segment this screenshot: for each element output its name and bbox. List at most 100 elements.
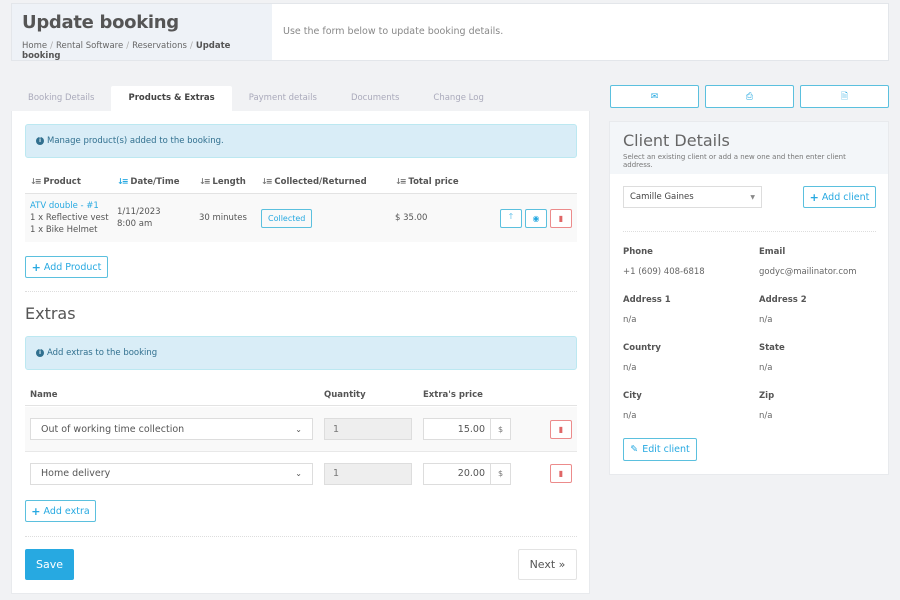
- caret-down-icon: ▼: [750, 193, 755, 201]
- extra-quantity-input[interactable]: 1: [324, 462, 412, 485]
- chevron-down-icon: ⌄: [295, 469, 302, 478]
- divider: [25, 291, 577, 292]
- envelope-icon: ✉: [650, 91, 659, 102]
- booking-date: 1/11/2023: [117, 207, 161, 217]
- phone-value: +1 (609) 408-6818: [623, 267, 705, 277]
- breadcrumb: Home / Rental Software / Reservations / Update…: [22, 41, 231, 61]
- currency-addon: $: [491, 462, 511, 485]
- breadcrumb-rental-software[interactable]: Rental Software: [56, 41, 123, 51]
- product-link[interactable]: ATV double - #1: [30, 200, 117, 212]
- delete-extra-button[interactable]: ▮: [550, 419, 572, 439]
- table-row: ATV double - #1 1 x Reflective vest 1 x …: [25, 194, 577, 242]
- eye-icon: ◉: [532, 213, 540, 223]
- add-extra-button[interactable]: + Add extra: [25, 500, 96, 522]
- sort-icon: ↓≡: [199, 177, 210, 186]
- col-length[interactable]: ↓≡ Length: [199, 177, 261, 187]
- pdf-file-icon: 🗎: [840, 91, 849, 102]
- tab-products-extras[interactable]: Products & Extras: [111, 86, 232, 111]
- total-price: $ 35.00: [395, 213, 428, 223]
- product-item: 1 x Reflective vest: [30, 213, 109, 223]
- col-total-price[interactable]: ↓≡ Total price: [395, 177, 491, 187]
- sort-icon: ↓≡: [117, 177, 128, 186]
- info-icon: i: [36, 137, 44, 145]
- client-details-header: Client Details Select an existing client…: [610, 122, 888, 174]
- page-description: Use the form below to update booking det…: [283, 26, 504, 37]
- city-value: n/a: [623, 411, 637, 421]
- plus-icon: +: [31, 260, 41, 274]
- extra-price-input[interactable]: 20.00: [423, 462, 491, 485]
- tab-payment-details[interactable]: Payment details: [232, 86, 334, 111]
- divider: [623, 231, 876, 232]
- state-value: n/a: [759, 363, 773, 373]
- col-collected-returned[interactable]: ↓≡ Collected/Returned: [261, 177, 395, 187]
- booking-time: 8:00 am: [117, 219, 153, 229]
- address1-value: n/a: [623, 315, 637, 325]
- client-details-subtitle: Select an existing client or add a new o…: [623, 153, 846, 169]
- extra-name-select[interactable]: Home delivery ⌄: [30, 462, 313, 485]
- view-button[interactable]: ◉: [525, 208, 547, 228]
- city-label: City: [623, 391, 642, 401]
- pdf-button[interactable]: 🗎: [800, 85, 889, 108]
- delete-product-button[interactable]: ▮: [550, 208, 572, 228]
- country-value: n/a: [623, 363, 637, 373]
- add-client-button[interactable]: + Add client: [803, 186, 876, 208]
- breadcrumb-reservations[interactable]: Reservations: [132, 41, 187, 51]
- pencil-icon: ✎: [630, 444, 639, 455]
- extra-row: Home delivery ⌄ 1 20.00 $ ▮: [25, 451, 577, 495]
- trash-icon: ▮: [558, 469, 564, 478]
- products-extras-panel: i Manage product(s) added to the booking…: [11, 111, 590, 594]
- breadcrumb-home[interactable]: Home: [22, 41, 47, 51]
- sort-icon: ↓≡: [395, 177, 406, 186]
- extras-table-header: Name Quantity Extra's price: [25, 385, 577, 406]
- page-title: Update booking: [22, 12, 179, 33]
- save-button[interactable]: Save: [25, 549, 74, 580]
- col-extra-price: Extra's price: [423, 390, 483, 400]
- client-select[interactable]: Camille Gaines ▼: [623, 186, 762, 208]
- status-badge[interactable]: Collected: [261, 208, 313, 228]
- tab-change-log[interactable]: Change Log: [416, 86, 500, 111]
- address2-label: Address 2: [759, 295, 807, 305]
- extras-info-alert: i Add extras to the booking: [25, 336, 577, 370]
- col-datetime[interactable]: ↓≡ Date/Time: [117, 177, 199, 187]
- col-name: Name: [30, 390, 58, 400]
- divider: [25, 536, 577, 537]
- sort-icon: ↓≡: [261, 177, 272, 186]
- extras-alert-text: Add extras to the booking: [47, 348, 158, 358]
- phone-label: Phone: [623, 247, 653, 257]
- edit-client-button[interactable]: ✎ Edit client: [623, 438, 697, 461]
- client-details-panel: Client Details Select an existing client…: [609, 121, 889, 475]
- print-button[interactable]: ⎙: [705, 85, 794, 108]
- extra-name-select[interactable]: Out of working time collection ⌄: [30, 418, 313, 440]
- tab-documents[interactable]: Documents: [334, 86, 416, 111]
- page-header: Update booking Home / Rental Software / Rese…: [11, 3, 889, 61]
- tab-bar: Booking Details Products & Extras Paymen…: [11, 86, 501, 111]
- plus-icon: +: [31, 504, 41, 518]
- address1-label: Address 1: [623, 295, 671, 305]
- address2-value: n/a: [759, 315, 773, 325]
- trash-icon: ▮: [558, 424, 564, 434]
- sort-icon: ↓≡: [30, 177, 41, 186]
- email-label: Email: [759, 247, 786, 257]
- country-label: Country: [623, 343, 661, 353]
- state-label: State: [759, 343, 785, 353]
- next-button[interactable]: Next »: [518, 549, 577, 580]
- add-product-button[interactable]: + Add Product: [25, 256, 108, 278]
- info-icon: i: [36, 349, 44, 357]
- move-up-button[interactable]: 🡑: [500, 208, 522, 228]
- title-box: Update booking Home / Rental Software / Rese…: [12, 4, 272, 61]
- extra-price-input[interactable]: 15.00: [423, 418, 491, 440]
- extra-row: Out of working time collection ⌄ 1 15.00 …: [25, 407, 577, 451]
- client-details-title: Client Details: [623, 131, 730, 150]
- email-button[interactable]: ✉: [610, 85, 699, 108]
- booking-length: 30 minutes: [199, 213, 247, 223]
- plus-icon: +: [809, 190, 819, 204]
- col-product[interactable]: ↓≡ Product: [25, 177, 117, 187]
- zip-label: Zip: [759, 391, 775, 401]
- arrow-up-icon: 🡑: [508, 212, 514, 221]
- trash-icon: ▮: [558, 213, 564, 223]
- extra-quantity-input[interactable]: 1: [324, 418, 412, 440]
- delete-extra-button[interactable]: ▮: [550, 464, 572, 483]
- printer-icon: ⎙: [745, 91, 754, 102]
- tab-booking-details[interactable]: Booking Details: [11, 86, 111, 111]
- zip-value: n/a: [759, 411, 773, 421]
